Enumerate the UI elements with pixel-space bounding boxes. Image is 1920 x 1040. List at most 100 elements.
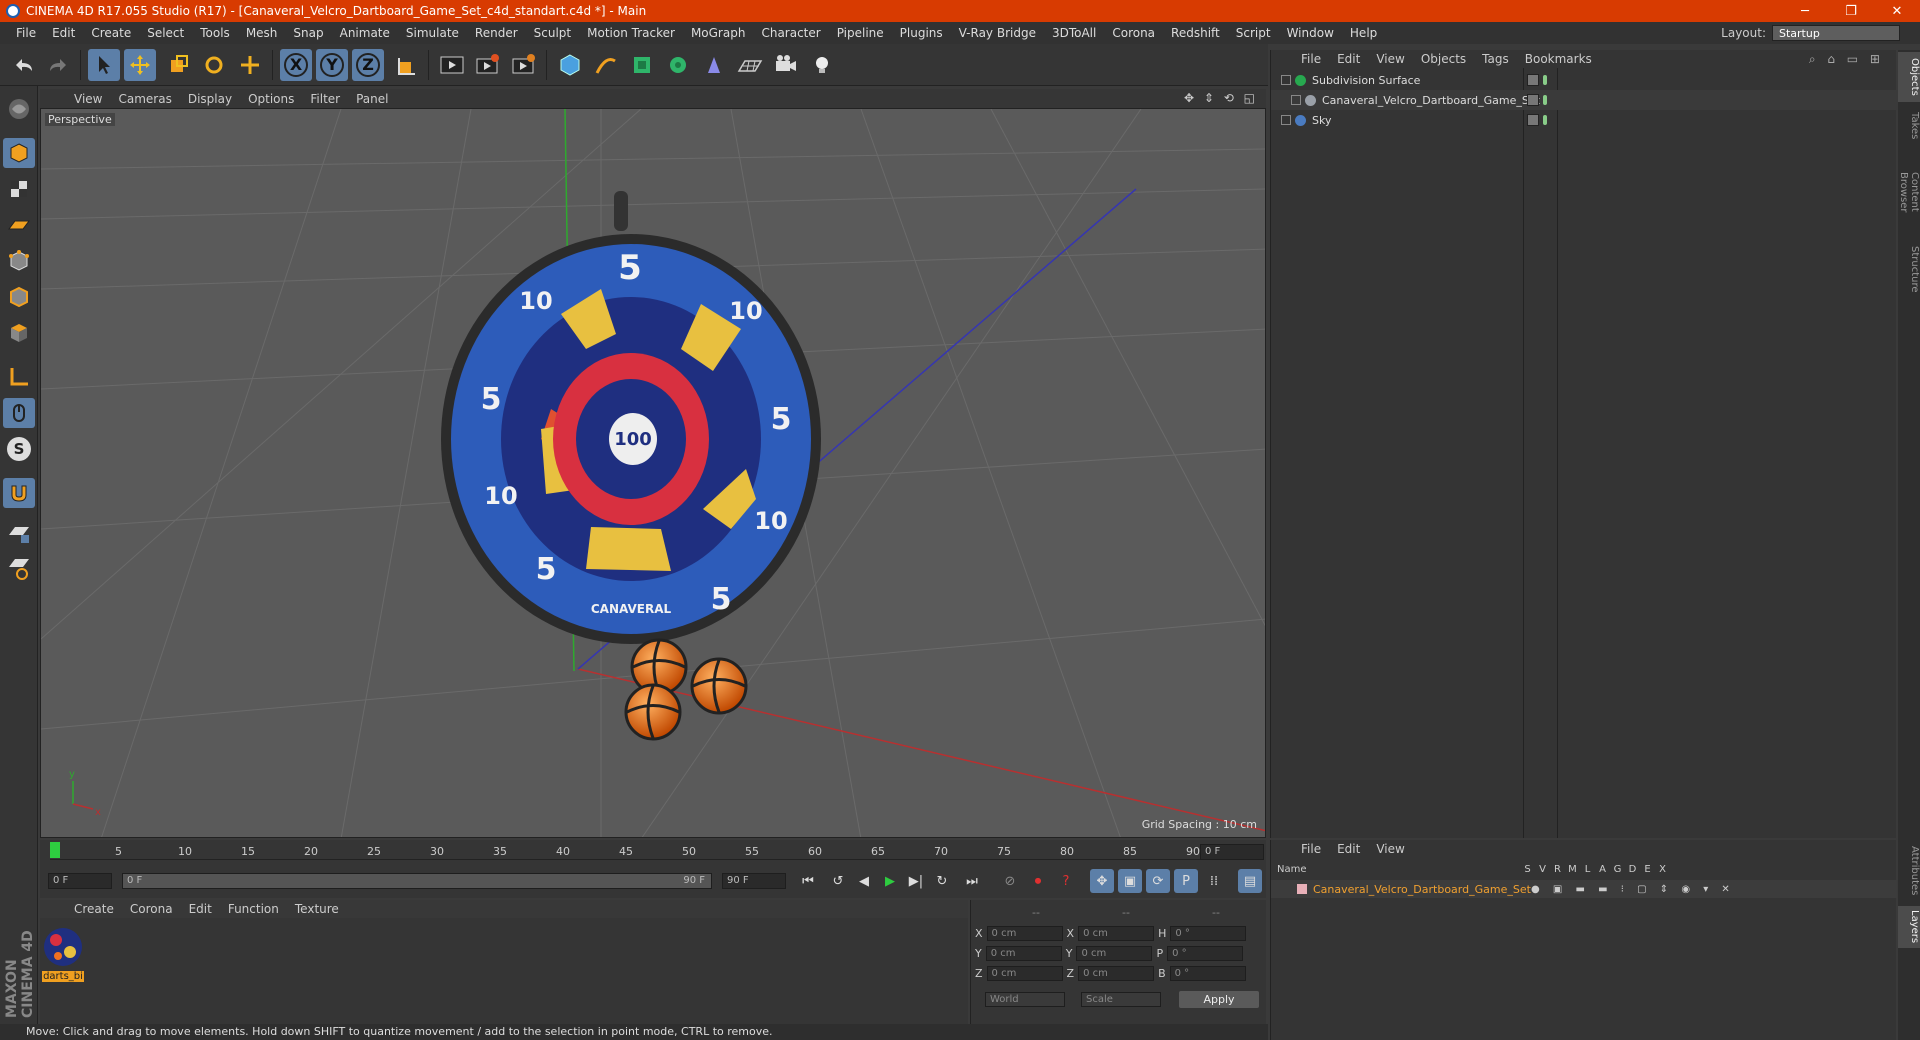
keyframe-selection-icon[interactable]: ?: [1054, 869, 1078, 893]
object-visibility-icon[interactable]: [1543, 75, 1547, 85]
menu-character[interactable]: Character: [753, 26, 828, 40]
object-editor-render-dots-icon[interactable]: [1527, 114, 1539, 126]
render-to-picture-viewer-icon[interactable]: [472, 49, 504, 81]
go-to-start-icon[interactable]: ⏮: [796, 869, 820, 893]
menu-create[interactable]: Create: [83, 26, 139, 40]
menu-edit[interactable]: Edit: [44, 26, 83, 40]
edges-mode-icon[interactable]: [3, 282, 35, 312]
viewport-menu-panel[interactable]: Panel: [348, 92, 396, 106]
apply-button[interactable]: Apply: [1179, 991, 1259, 1008]
object-manager-search-icon[interactable]: ⌕ ⌂ ▭ ⊞: [1809, 52, 1884, 67]
snap-icon[interactable]: [3, 478, 35, 508]
start-frame-field[interactable]: 0 F: [48, 873, 112, 889]
object-menu-bookmarks[interactable]: Bookmarks: [1517, 52, 1600, 66]
move-tool-icon[interactable]: [124, 49, 156, 81]
layout-dropdown[interactable]: Startup: [1772, 25, 1900, 41]
tweak-mode-icon[interactable]: [3, 398, 35, 428]
previous-keyframe-icon[interactable]: ↺: [826, 869, 850, 893]
render-view-icon[interactable]: [436, 49, 468, 81]
material-menu-edit[interactable]: Edit: [181, 902, 220, 916]
menu-3dtoall[interactable]: 3DToAll: [1044, 26, 1104, 40]
rotate-tool-icon[interactable]: [198, 49, 230, 81]
planar-workplane-icon[interactable]: [3, 554, 35, 584]
go-to-end-icon[interactable]: ⏭: [960, 869, 984, 893]
next-keyframe-icon[interactable]: ↻: [930, 869, 954, 893]
object-expand-icon[interactable]: [1281, 75, 1291, 85]
y-axis-lock-icon[interactable]: Y: [316, 49, 348, 81]
object-menu-objects[interactable]: Objects: [1413, 52, 1474, 66]
object-editor-render-dots-icon[interactable]: [1527, 74, 1539, 86]
menu-render[interactable]: Render: [467, 26, 526, 40]
make-editable-icon[interactable]: [3, 94, 35, 124]
object-name[interactable]: Sky: [1312, 114, 1331, 127]
select-tool-icon[interactable]: [88, 49, 120, 81]
coordinate-space-dropdown[interactable]: World: [985, 992, 1065, 1007]
tab-content-browser[interactable]: Content Browser: [1898, 148, 1920, 236]
cloner-icon[interactable]: [662, 49, 694, 81]
key-position-icon[interactable]: ✥: [1090, 869, 1114, 893]
menu-help[interactable]: Help: [1342, 26, 1385, 40]
rotation-b-field[interactable]: 0 °: [1169, 966, 1246, 981]
menu-window[interactable]: Window: [1279, 26, 1342, 40]
cube-primitive-icon[interactable]: [554, 49, 586, 81]
material-swatch[interactable]: darts_bi: [42, 926, 84, 982]
step-back-icon[interactable]: ◀: [852, 869, 876, 893]
object-menu-edit[interactable]: Edit: [1329, 52, 1368, 66]
3d-viewport[interactable]: Perspective 100 5 10 5 10 5 10 5 10 5 CA…: [40, 108, 1266, 838]
menu-animate[interactable]: Animate: [332, 26, 398, 40]
scale-tool-icon[interactable]: [162, 49, 194, 81]
rotation-p-field[interactable]: 0 °: [1167, 946, 1244, 961]
timeline-ruler[interactable]: 051015202530354045505560657075808590: [50, 842, 1220, 860]
polygons-mode-icon[interactable]: [3, 318, 35, 348]
coordinate-system-icon[interactable]: [390, 49, 422, 81]
size-z-field[interactable]: 0 cm: [1078, 966, 1155, 981]
material-menu-function[interactable]: Function: [220, 902, 287, 916]
pen-spline-icon[interactable]: [590, 49, 622, 81]
object-visibility-icon[interactable]: [1543, 95, 1547, 105]
workplane-mode-icon[interactable]: [3, 210, 35, 240]
step-forward-icon[interactable]: ▶|: [904, 869, 928, 893]
menu-simulate[interactable]: Simulate: [398, 26, 467, 40]
x-axis-lock-icon[interactable]: X: [280, 49, 312, 81]
points-mode-icon[interactable]: [3, 246, 35, 276]
restore-button[interactable]: ❐: [1828, 4, 1874, 19]
undo-icon[interactable]: [8, 49, 40, 81]
deformer-icon[interactable]: [698, 49, 730, 81]
object-name[interactable]: Subdivision Surface: [1312, 74, 1420, 87]
object-editor-render-dots-icon[interactable]: [1527, 94, 1539, 106]
object-row[interactable]: Subdivision Surface: [1271, 70, 1897, 90]
layer-name[interactable]: Canaveral_Velcro_Dartboard_Game_Set: [1313, 883, 1531, 896]
key-pla-icon[interactable]: ⁞⁞: [1202, 869, 1226, 893]
position-x-field[interactable]: 0 cm: [986, 926, 1063, 941]
texture-mode-icon[interactable]: [3, 174, 35, 204]
size-mode-dropdown[interactable]: Scale: [1081, 992, 1161, 1007]
size-y-field[interactable]: 0 cm: [1076, 946, 1153, 961]
tab-structure[interactable]: Structure: [1898, 240, 1920, 298]
viewport-menu-options[interactable]: Options: [240, 92, 302, 106]
tab-layers[interactable]: Layers: [1898, 906, 1920, 948]
layer-menu-view[interactable]: View: [1368, 842, 1412, 856]
menu-redshift[interactable]: Redshift: [1163, 26, 1228, 40]
camera-icon[interactable]: [770, 49, 802, 81]
frame-range-slider[interactable]: 0 F 90 F: [122, 873, 712, 889]
floor-icon[interactable]: [734, 49, 766, 81]
tab-takes[interactable]: Takes: [1898, 106, 1920, 146]
menu-snap[interactable]: Snap: [285, 26, 331, 40]
timeline-window-icon[interactable]: ▤: [1238, 869, 1262, 893]
model-mode-icon[interactable]: [3, 138, 35, 168]
axis-mode-icon[interactable]: [3, 362, 35, 392]
subdivision-generator-icon[interactable]: [626, 49, 658, 81]
viewport-menu-cameras[interactable]: Cameras: [110, 92, 179, 106]
menu-mograph[interactable]: MoGraph: [683, 26, 754, 40]
viewport-nav-icons[interactable]: ✥ ⇕ ⟲ ◱: [1184, 91, 1258, 105]
object-menu-file[interactable]: File: [1293, 52, 1329, 66]
object-name[interactable]: Canaveral_Velcro_Dartboard_Game_Set: [1322, 94, 1540, 107]
transform-tool-icon[interactable]: [234, 49, 266, 81]
key-rotation-icon[interactable]: ⟳: [1146, 869, 1170, 893]
layer-row[interactable]: Canaveral_Velcro_Dartboard_Game_Set ● ▣ …: [1271, 880, 1897, 898]
menu-v-ray-bridge[interactable]: V-Ray Bridge: [951, 26, 1044, 40]
menu-plugins[interactable]: Plugins: [892, 26, 951, 40]
menu-motion-tracker[interactable]: Motion Tracker: [579, 26, 683, 40]
object-expand-icon[interactable]: [1281, 115, 1291, 125]
record-keys-icon[interactable]: ⊘: [998, 869, 1022, 893]
